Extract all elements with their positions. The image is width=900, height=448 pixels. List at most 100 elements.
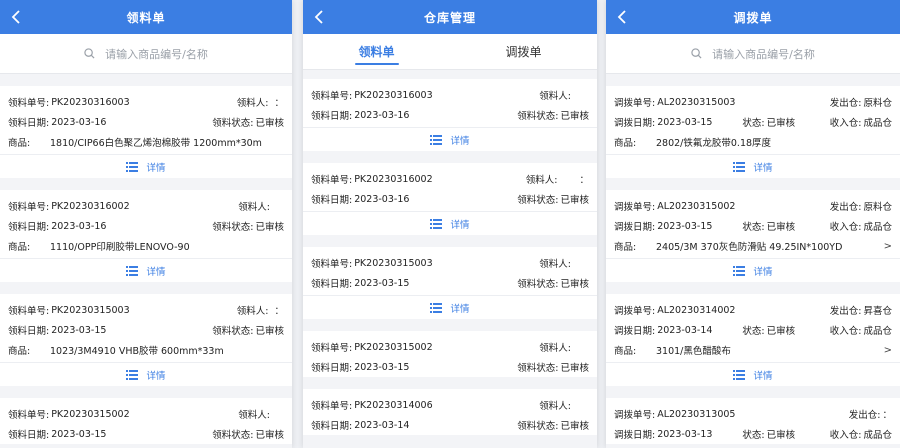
order-no: PK20230315003 — [51, 304, 130, 316]
status-badge: 已审核 — [255, 326, 284, 337]
to-warehouse: 成品仓 — [863, 222, 892, 233]
order-no-label: 领料单号: — [8, 410, 50, 421]
search-input[interactable]: 请输入商品编号/名称 — [0, 34, 292, 74]
back-button[interactable] — [309, 7, 329, 27]
detail-button[interactable]: 详情 — [606, 362, 900, 386]
picker-label: 领料人: — [539, 343, 571, 354]
status-label: 领料状态: — [212, 222, 254, 233]
status-label: 状态: — [742, 222, 765, 233]
from-warehouse-label: 发出仓: — [829, 202, 862, 213]
detail-label: 详情 — [450, 303, 470, 315]
list-icon — [733, 265, 746, 276]
nav-bar: 领料单 — [0, 0, 292, 34]
goods-label: 商品: — [614, 242, 637, 253]
goods-label: 商品: — [8, 346, 31, 357]
status-badge: 已审核 — [560, 363, 589, 374]
date-label: 领料日期: — [8, 430, 50, 441]
detail-button[interactable]: 详情 — [0, 362, 292, 386]
order-no: PK20230315002 — [51, 408, 130, 420]
picker-label: 领料人: — [539, 259, 571, 270]
date-value: 2023-03-15 — [51, 428, 107, 440]
goods-value: 2802/铁氟龙胶带0.18厚度 — [656, 138, 772, 149]
list-item[interactable]: 领料单号: PK20230316002 领料人: 领料日期: 2023-03-16 领料… — [0, 190, 292, 282]
tab-picking[interactable]: 领料单 — [303, 34, 450, 69]
back-button[interactable] — [612, 7, 632, 27]
status-label: 领料状态: — [212, 430, 254, 441]
search-icon — [691, 48, 702, 59]
date-label: 领料日期: — [311, 279, 353, 290]
list-item[interactable]: 调拨单号: AL20230314002 发出仓: 昇喜仓 调拨日期: 2023-03-1… — [606, 294, 900, 386]
list-item[interactable]: 调拨单号: AL20230313005 发出仓:： 调拨日期: 2023-03-13 状… — [606, 398, 900, 444]
detail-label: 详情 — [146, 162, 166, 174]
detail-button[interactable]: 详情 — [0, 258, 292, 282]
tab-transfer[interactable]: 调拨单 — [450, 34, 597, 69]
list-item[interactable]: 领料单号: PK20230314006 领料人: 领料日期: 2023-03-14 领料… — [303, 389, 597, 435]
detail-button[interactable]: 详情 — [606, 154, 900, 178]
status-label: 领料状态: — [517, 363, 559, 374]
date-value: 2023-03-16 — [51, 116, 107, 128]
list-item[interactable]: 调拨单号: AL20230315003 发出仓: 原料仓 调拨日期: 2023-03-1… — [606, 86, 900, 178]
chevron-left-icon — [314, 10, 323, 24]
status-label: 领料状态: — [517, 279, 559, 290]
screen-warehouse-management: 仓库管理 领料单 调拨单 领料单号: PK20230316003 领料人: 领料日期… — [303, 0, 597, 448]
list-icon — [126, 265, 139, 276]
screen-transfer-list: 调拨单 请输入商品编号/名称 调拨单号: AL20230315003 发出仓: 原料仓… — [606, 0, 900, 448]
status-label: 领料状态: — [212, 326, 254, 337]
order-no-label: 调拨单号: — [614, 202, 656, 213]
chevron-right-icon[interactable]: > — [884, 241, 892, 252]
order-no-label: 领料单号: — [311, 343, 353, 354]
chevron-right-icon[interactable]: > — [884, 345, 892, 356]
date-value: 2023-03-14 — [354, 419, 410, 431]
detail-label: 详情 — [450, 135, 470, 147]
list-item[interactable]: 领料单号: PK20230315003 领料人: 领料日期: 2023-03-15 领料… — [303, 247, 597, 319]
order-no-label: 领料单号: — [8, 306, 50, 317]
detail-button[interactable]: 详情 — [303, 127, 597, 151]
order-no-label: 领料单号: — [311, 401, 353, 412]
goods-value: 1110/OPP印刷胶带LENOVO-90 — [50, 242, 190, 253]
detail-button[interactable]: 详情 — [0, 154, 292, 178]
search-input[interactable]: 请输入商品编号/名称 — [606, 34, 900, 74]
order-no: PK20230316002 — [51, 200, 130, 212]
date-value: 2023-03-16 — [354, 193, 410, 205]
order-no: PK20230316003 — [354, 89, 433, 101]
status-badge: 已审核 — [560, 279, 589, 290]
goods-value: 1810/CIP66白色聚乙烯泡棉胶带 1200mm*30m — [50, 138, 262, 149]
list-item[interactable]: 领料单号: PK20230315002 领料人: 领料日期: 2023-03-15 领料… — [0, 398, 292, 444]
to-warehouse: 成品仓 — [863, 430, 892, 441]
date-label: 领料日期: — [311, 111, 353, 122]
status-badge: 已审核 — [766, 430, 796, 441]
detail-label: 详情 — [146, 370, 166, 382]
picker-value: ： — [274, 98, 284, 109]
order-no-label: 领料单号: — [311, 175, 353, 186]
list-item[interactable]: 领料单号: PK20230316003 领料人: 领料日期: 2023-03-16 领料… — [303, 79, 597, 151]
list-icon — [733, 369, 746, 380]
order-no: PK20230316002 — [354, 173, 433, 185]
picker-label: 领料人: — [236, 306, 269, 317]
from-warehouse: 原料仓 — [863, 202, 892, 213]
list-item[interactable]: 调拨单号: AL20230315002 发出仓: 原料仓 调拨日期: 2023-03-1… — [606, 190, 900, 282]
list-item[interactable]: 领料单号: PK20230315002 领料人: 领料日期: 2023-03-15 领料… — [303, 331, 597, 377]
picker-label: 领料人: — [525, 175, 558, 186]
detail-button[interactable]: 详情 — [303, 211, 597, 235]
date-value: 2023-03-15 — [657, 116, 713, 128]
tab-bar: 领料单 调拨单 — [303, 34, 597, 70]
detail-button[interactable]: 详情 — [606, 258, 900, 282]
to-warehouse-label: 收入仓: — [829, 430, 862, 441]
nav-bar: 仓库管理 — [303, 0, 597, 34]
page-title: 调拨单 — [733, 10, 773, 25]
detail-button[interactable]: 详情 — [303, 295, 597, 319]
list-item[interactable]: 领料单号: PK20230316003 领料人: ： 领料日期: 2023-03-16 领… — [0, 86, 292, 178]
date-value: 2023-03-14 — [657, 324, 713, 336]
status-label: 领料状态: — [517, 421, 559, 432]
goods-value: 3101/黑色醋酸布 — [656, 346, 731, 357]
to-warehouse-label: 收入仓: — [829, 326, 862, 337]
picker-label: 领料人: — [238, 202, 270, 213]
search-placeholder: 请输入商品编号/名称 — [712, 47, 815, 61]
to-warehouse: 成品仓 — [863, 326, 892, 337]
list-item[interactable]: 领料单号: PK20230316002 领料人: ： 领料日期: 2023-03-16 领… — [303, 163, 597, 235]
back-button[interactable] — [6, 7, 26, 27]
date-label: 调拨日期: — [614, 326, 656, 337]
list-item[interactable]: 领料单号: PK20230315003 领料人: ： 领料日期: 2023-03-15 领… — [0, 294, 292, 386]
date-value: 2023-03-15 — [657, 220, 713, 232]
status-label: 状态: — [742, 326, 765, 337]
